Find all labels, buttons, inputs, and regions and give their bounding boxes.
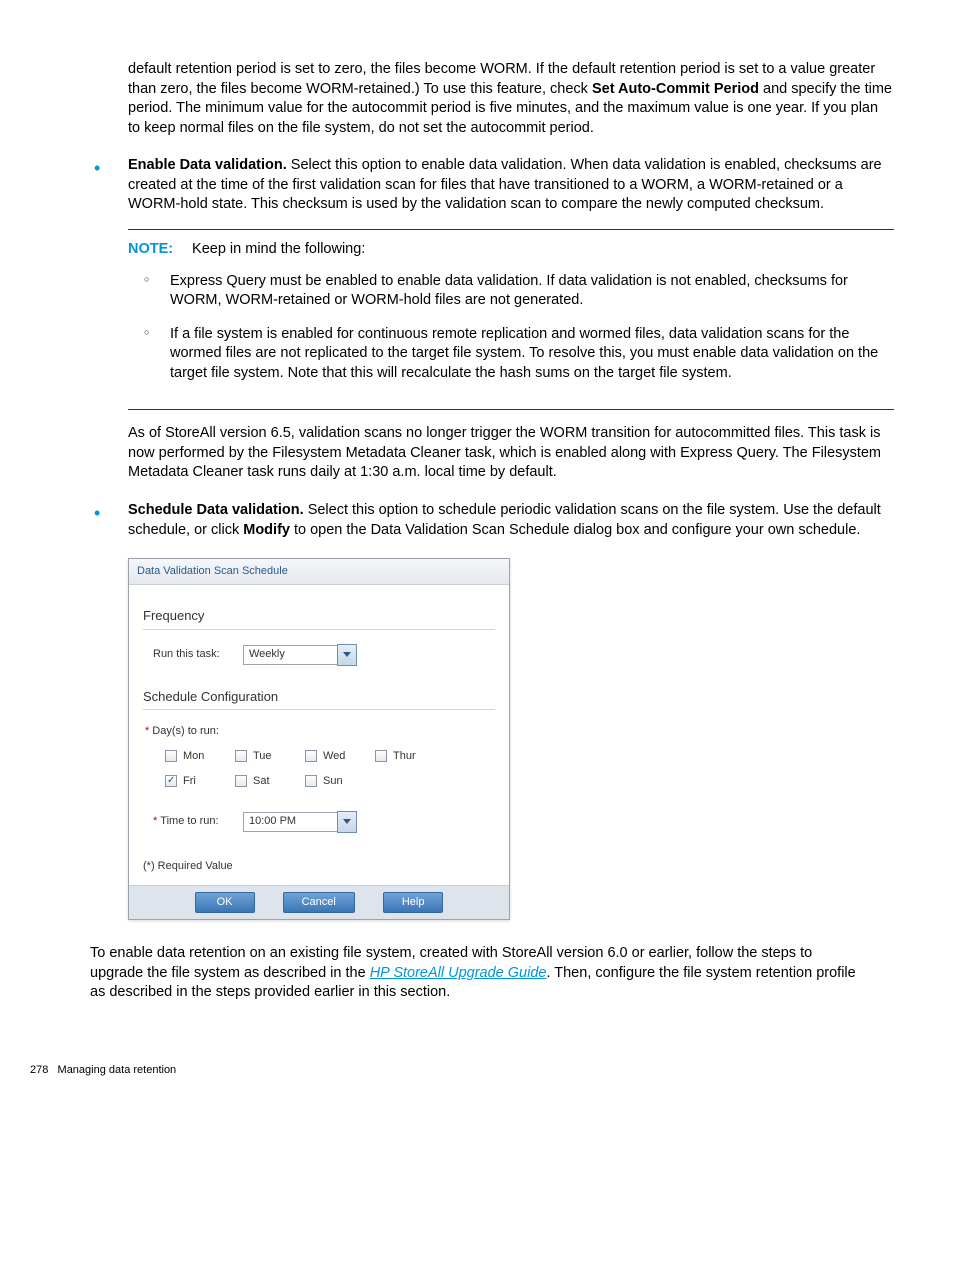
- run-task-value: Weekly: [243, 645, 337, 665]
- checkbox-icon[interactable]: [235, 750, 247, 762]
- time-to-run-label: *Time to run:: [153, 814, 243, 829]
- day-tue[interactable]: Tue: [235, 749, 305, 764]
- day-sat[interactable]: Sat: [235, 774, 305, 789]
- day-fri[interactable]: Fri: [165, 774, 235, 789]
- required-asterisk: *: [145, 725, 149, 737]
- ok-button[interactable]: OK: [195, 892, 255, 913]
- chevron-down-icon[interactable]: [337, 811, 357, 833]
- bullet-head: Enable Data validation.: [128, 157, 287, 173]
- bullet-schedule-data-validation: Schedule Data validation. Select this op…: [90, 501, 894, 920]
- chevron-down-icon[interactable]: [337, 644, 357, 666]
- section-schedule-config: Schedule Configuration: [143, 688, 495, 711]
- note-intro: Keep in mind the following:: [192, 241, 365, 257]
- checkbox-icon[interactable]: [305, 750, 317, 762]
- required-asterisk: *: [153, 815, 157, 827]
- text: to open the Data Validation Scan Schedul…: [290, 522, 860, 538]
- days-to-run-label: *Day(s) to run:: [145, 724, 495, 739]
- dialog-title: Data Validation Scan Schedule: [129, 559, 509, 585]
- run-task-dropdown[interactable]: Weekly: [243, 644, 357, 666]
- upgrade-guide-link[interactable]: HP StoreAll Upgrade Guide: [370, 965, 547, 981]
- checkbox-icon[interactable]: [165, 750, 177, 762]
- after-note-paragraph: As of StoreAll version 6.5, validation s…: [128, 424, 894, 483]
- bold-term: Set Auto-Commit Period: [592, 81, 759, 97]
- dialog-footer: OK Cancel Help: [129, 885, 509, 919]
- continued-paragraph: default retention period is set to zero,…: [128, 60, 894, 138]
- data-validation-scan-schedule-dialog: Data Validation Scan Schedule Frequency …: [128, 558, 510, 920]
- bullet-head: Schedule Data validation.: [128, 502, 304, 518]
- closing-paragraph: To enable data retention on an existing …: [90, 944, 864, 1003]
- required-value-note: (*) Required Value: [143, 859, 495, 874]
- day-wed[interactable]: Wed: [305, 749, 375, 764]
- footer-title: Managing data retention: [58, 1064, 177, 1076]
- bold-term: Modify: [243, 522, 290, 538]
- time-to-run-value: 10:00 PM: [243, 812, 337, 832]
- note-item: Express Query must be enabled to enable …: [142, 272, 894, 311]
- note-box: NOTE: Keep in mind the following: Expres…: [128, 229, 894, 410]
- help-button[interactable]: Help: [383, 892, 444, 913]
- cancel-button[interactable]: Cancel: [283, 892, 355, 913]
- bullet-enable-data-validation: Enable Data validation. Select this opti…: [90, 156, 894, 483]
- page-number: 278: [30, 1064, 48, 1076]
- page-footer: 278 Managing data retention: [30, 1063, 894, 1078]
- day-mon[interactable]: Mon: [165, 749, 235, 764]
- run-task-label: Run this task:: [153, 647, 243, 662]
- checkbox-icon[interactable]: [375, 750, 387, 762]
- checkbox-icon[interactable]: [235, 775, 247, 787]
- time-to-run-dropdown[interactable]: 10:00 PM: [243, 811, 357, 833]
- days-grid: Mon Tue Wed Thur Fri Sat Sun: [165, 749, 495, 789]
- section-frequency: Frequency: [143, 607, 495, 630]
- checkbox-icon[interactable]: [305, 775, 317, 787]
- note-label: NOTE:: [128, 240, 188, 260]
- day-sun[interactable]: Sun: [305, 774, 375, 789]
- checkbox-icon[interactable]: [165, 775, 177, 787]
- day-thur[interactable]: Thur: [375, 749, 445, 764]
- note-item: If a file system is enabled for continuo…: [142, 325, 894, 384]
